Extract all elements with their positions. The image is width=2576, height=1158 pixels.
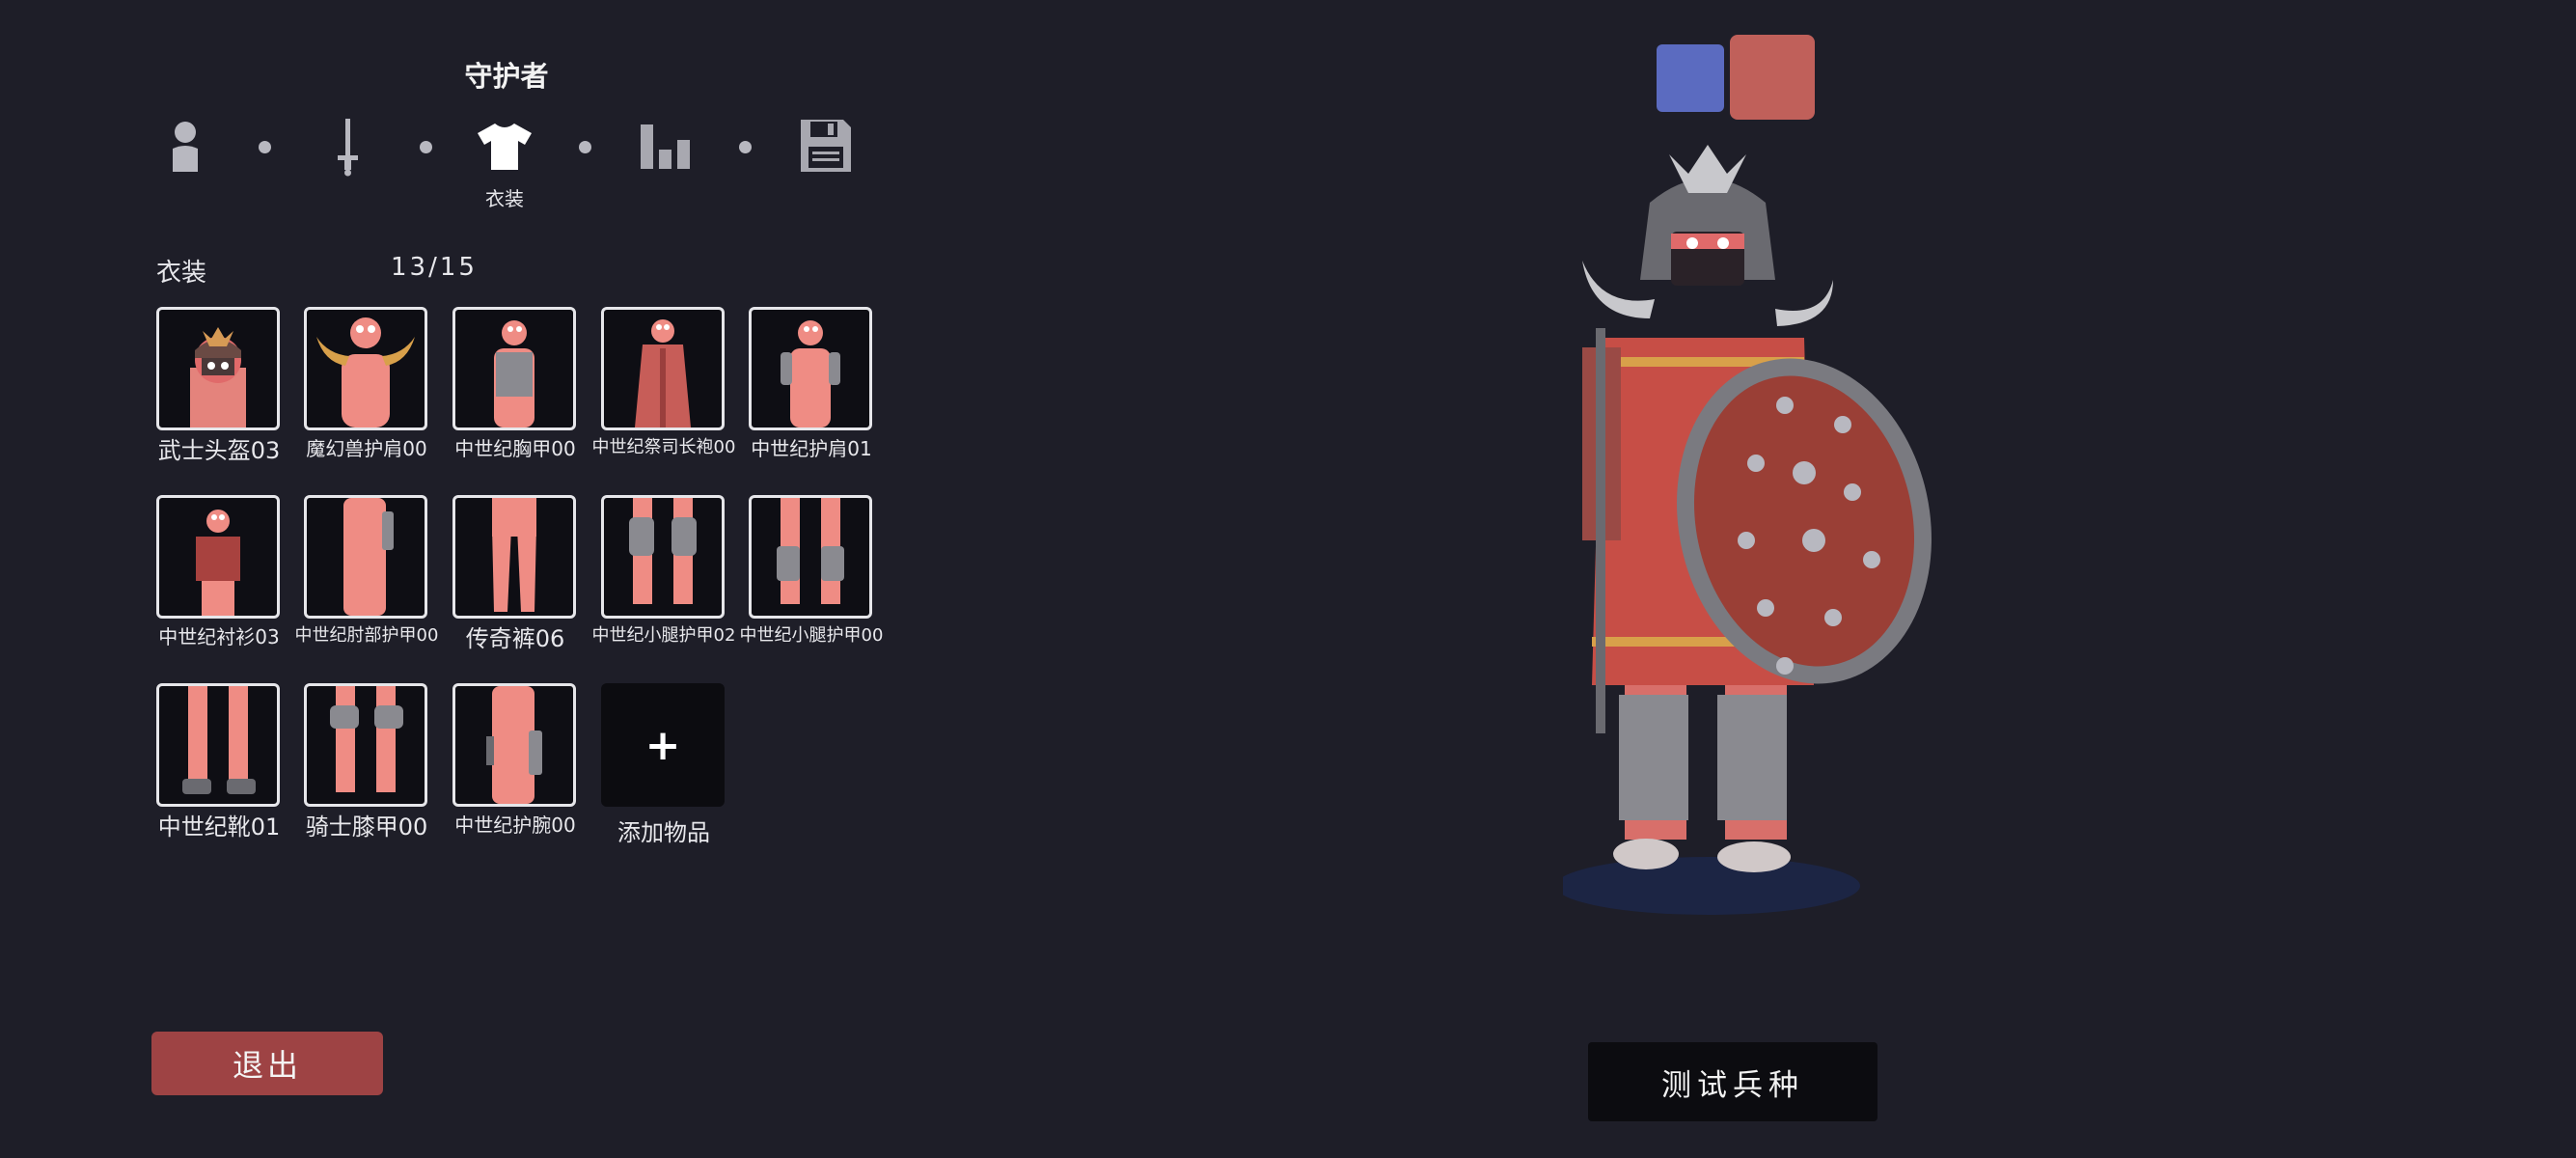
step-separator — [420, 141, 432, 153]
clothing-item[interactable]: 中世纪靴01 — [156, 683, 282, 841]
step-clothing-label: 衣装 — [485, 187, 524, 210]
item-label: 中世纪靴01 — [157, 813, 281, 841]
test-unit-button[interactable]: 测试兵种 — [1588, 1042, 1877, 1121]
item-thumbnail — [749, 307, 872, 430]
add-item-label: 添加物品 — [617, 819, 710, 846]
item-thumbnail — [156, 495, 280, 619]
item-thumbnail — [749, 495, 872, 619]
person-icon — [173, 122, 198, 172]
clothing-item[interactable]: 中世纪小腿护甲00 — [740, 495, 883, 647]
item-thumbnail — [452, 307, 576, 430]
item-thumbnail — [601, 495, 725, 619]
item-thumbnail — [156, 683, 280, 807]
clothing-item[interactable]: 武士头盔03 — [156, 307, 282, 465]
item-thumbnail — [452, 683, 576, 807]
sword-icon — [338, 119, 358, 177]
add-item-plus-icon: + — [601, 683, 725, 807]
clothing-item[interactable]: 骑士膝甲00 — [304, 683, 429, 841]
item-label: 中世纪胸甲00 — [454, 437, 576, 460]
clothing-item[interactable]: 传奇裤06 — [452, 495, 578, 653]
step-separator — [739, 141, 752, 153]
step-separator — [579, 141, 591, 153]
step-stats[interactable] — [637, 120, 695, 174]
item-label: 中世纪衬衫03 — [158, 625, 280, 648]
item-thumbnail — [304, 683, 427, 807]
item-label: 传奇裤06 — [465, 625, 565, 652]
unit-name-title: 守护者 — [464, 60, 549, 93]
item-thumbnail — [452, 495, 576, 619]
clothing-item[interactable]: 魔幻兽护肩00 — [304, 307, 429, 460]
item-label: 中世纪护腕00 — [454, 813, 576, 837]
step-weapons[interactable] — [328, 116, 367, 178]
team-color-blue[interactable] — [1657, 44, 1724, 112]
team-color-red[interactable] — [1730, 35, 1815, 120]
item-label: 中世纪祭司长袍00 — [591, 437, 736, 457]
exit-button[interactable]: 退出 — [151, 1032, 383, 1095]
section-title: 衣装 — [156, 259, 207, 288]
clothing-item[interactable]: 中世纪护肩01 — [749, 307, 874, 460]
item-label: 中世纪小腿护甲00 — [739, 625, 884, 646]
item-label: 中世纪小腿护甲02 — [591, 625, 736, 646]
item-label: 魔幻兽护肩00 — [306, 437, 427, 460]
step-separator — [259, 141, 271, 153]
clothing-item[interactable]: 中世纪衬衫03 — [156, 495, 282, 648]
item-count: 13/15 — [391, 253, 478, 282]
item-thumbnail — [304, 495, 427, 619]
unit-preview-model[interactable] — [1563, 135, 1968, 936]
step-clothing[interactable] — [475, 120, 534, 174]
add-item-button[interactable]: + 添加物品 — [601, 683, 726, 847]
step-save[interactable] — [797, 116, 855, 176]
clothing-item[interactable]: 中世纪祭司长袍00 — [592, 307, 735, 458]
clothing-item[interactable]: 中世纪肘部护甲00 — [295, 495, 438, 647]
item-label: 骑士膝甲00 — [305, 813, 428, 841]
clothing-item[interactable]: 中世纪胸甲00 — [452, 307, 578, 460]
item-label: 中世纪护肩01 — [751, 437, 872, 460]
item-label: 中世纪肘部护甲00 — [294, 625, 439, 646]
clothing-item[interactable]: 中世纪护腕00 — [452, 683, 578, 837]
item-thumbnail — [156, 307, 280, 430]
item-thumbnail — [601, 307, 725, 430]
shirt-icon — [478, 124, 532, 170]
item-thumbnail — [304, 307, 427, 430]
clothing-item[interactable]: 中世纪小腿护甲02 — [592, 495, 735, 647]
item-label: 武士头盔03 — [157, 437, 281, 464]
bar-chart-icon — [641, 124, 690, 169]
step-appearance[interactable] — [164, 118, 206, 176]
save-icon — [801, 120, 851, 172]
